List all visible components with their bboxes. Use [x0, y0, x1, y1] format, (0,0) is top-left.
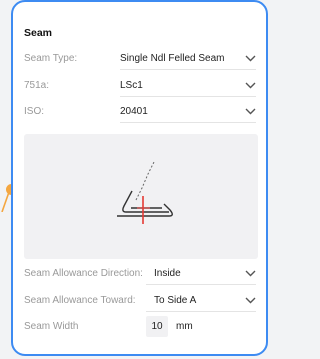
code-751a-label: 751a: [24, 80, 50, 91]
divider [120, 69, 256, 70]
iso-label: ISO: [24, 106, 45, 117]
seam-width-label: Seam Width [24, 321, 79, 332]
divider [120, 96, 256, 97]
divider [146, 284, 256, 285]
code-751a-value: LSc1 [120, 80, 143, 91]
allowance-toward-select[interactable]: Seam Allowance Toward: To Side A [24, 290, 256, 312]
allowance-direction-select[interactable]: Seam Allowance Direction: Inside [24, 263, 256, 285]
felled-seam-diagram-icon [117, 161, 173, 224]
allowance-direction-label: Seam Allowance Direction: [24, 268, 143, 279]
seam-diagram [24, 134, 258, 259]
divider [120, 122, 256, 123]
allowance-toward-value: To Side A [154, 295, 197, 306]
seam-width-unit: mm [176, 321, 193, 332]
code-751a-select[interactable]: 751a: LSc1 [24, 75, 256, 97]
allowance-direction-value: Inside [154, 268, 181, 279]
seam-type-value: Single Ndl Felled Seam [120, 53, 225, 64]
iso-select[interactable]: ISO: 20401 [24, 101, 256, 123]
chevron-down-icon[interactable] [245, 55, 256, 62]
seam-type-select[interactable]: Seam Type: Single Ndl Felled Seam [24, 48, 256, 70]
seam-type-label: Seam Type: [24, 53, 78, 64]
seam-card: Seam Seam Type: Single Ndl Felled Seam 7… [11, 0, 268, 356]
seam-width-row: Seam Width 10 mm [24, 316, 256, 338]
chevron-down-icon[interactable] [245, 297, 256, 304]
chevron-down-icon[interactable] [245, 270, 256, 277]
allowance-toward-label: Seam Allowance Toward: [24, 295, 136, 306]
iso-value: 20401 [120, 106, 148, 117]
section-title: Seam [24, 27, 53, 39]
chevron-down-icon[interactable] [245, 108, 256, 115]
seam-width-input[interactable]: 10 [146, 316, 168, 337]
divider [146, 311, 256, 312]
chevron-down-icon[interactable] [245, 82, 256, 89]
